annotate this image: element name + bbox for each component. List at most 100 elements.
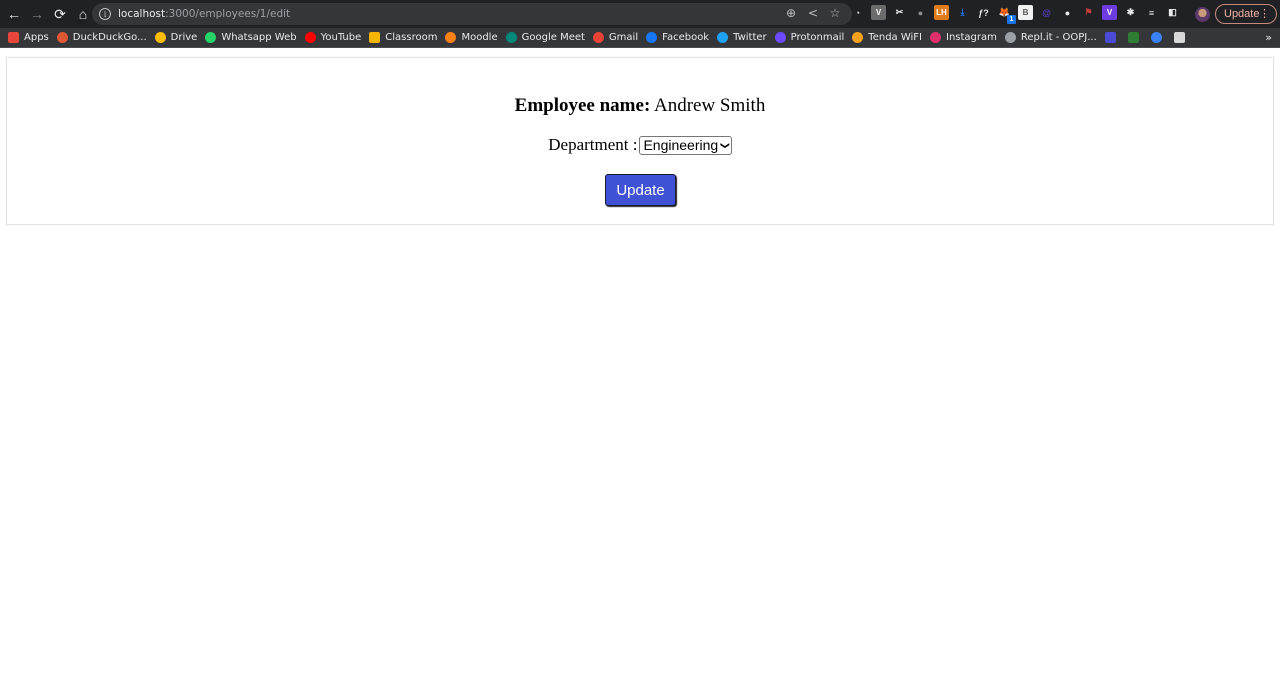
v-purple-extension-icon[interactable]: V xyxy=(1102,5,1117,20)
bookmark-label: YouTube xyxy=(320,32,362,43)
bookmarks-bar: Apps DuckDuckGo... Drive Whatsapp Web YouTub… xyxy=(0,28,1280,48)
bookmarks-overflow-icon[interactable]: » xyxy=(1265,31,1272,44)
url-host: localhost xyxy=(118,8,166,20)
employee-name-label: Employee name: xyxy=(514,95,651,116)
bookmark-label: Twitter xyxy=(733,32,767,43)
share-icon[interactable]: < xyxy=(806,6,820,20)
bookmark-google-meet[interactable]: Google Meet xyxy=(505,32,585,43)
bookmark-label: Instagram xyxy=(946,32,997,43)
bookmark-label: Gmail xyxy=(608,32,639,43)
bookmark-document[interactable] xyxy=(1173,32,1189,43)
bookmark-whatsapp-web[interactable]: Whatsapp Web xyxy=(205,32,297,43)
reload-button[interactable]: ⟳ xyxy=(49,3,71,25)
home-button[interactable]: ⌂ xyxy=(72,3,94,25)
bookmark-label: Repl.it - OOPJ... xyxy=(1020,32,1097,43)
runner-icon xyxy=(1150,32,1162,43)
instagram-icon xyxy=(930,32,941,43)
extensions-bar: ◔ V ✂ ● LH ⤓ ƒ? 🦊 1 B @ ● ⚑ V ✱ ≡ ◧ xyxy=(850,5,1180,24)
bookmark-runner[interactable] xyxy=(1150,32,1166,43)
bookmark-duckduckgo[interactable]: DuckDuckGo... xyxy=(56,32,147,43)
zoom-icon[interactable]: ⊕ xyxy=(784,6,798,20)
bookmark-label: Tenda WiFI xyxy=(868,32,922,43)
sidepanel-extension-icon[interactable]: ◧ xyxy=(1165,5,1180,20)
update-button[interactable]: Update xyxy=(605,174,676,206)
flag-extension-icon[interactable]: ⚑ xyxy=(1081,5,1096,20)
bookmark-emblem[interactable] xyxy=(1127,32,1143,43)
browser-update-label: Update xyxy=(1224,8,1260,20)
bookmark-terminal[interactable] xyxy=(1104,32,1120,43)
formula-extension-icon[interactable]: ƒ? xyxy=(976,5,991,20)
terminal-icon xyxy=(1104,32,1116,43)
address-bar[interactable]: i localhost:3000/employees/1/edit ⊕ < ☆ xyxy=(92,3,852,25)
bookmark-tenda-wifi[interactable]: Tenda WiFI xyxy=(852,32,922,43)
puzzle-extension-icon[interactable]: ✱ xyxy=(1123,5,1138,20)
protonmail-icon xyxy=(774,32,786,43)
forward-arrow-icon: → xyxy=(30,6,44,22)
back-button[interactable]: ← xyxy=(3,3,25,25)
bookmark-drive[interactable]: Drive xyxy=(154,32,198,43)
metamask-extension-icon[interactable]: 🦊 1 xyxy=(997,5,1016,24)
star-icon[interactable]: ☆ xyxy=(828,6,842,20)
twitter-icon xyxy=(717,32,729,43)
bookmark-label: Facebook xyxy=(662,32,710,43)
whatsapp-icon xyxy=(205,32,217,43)
bookmark-label: Google Meet xyxy=(521,32,585,43)
bookmark-label: Drive xyxy=(170,32,198,43)
bookmark-label: Whatsapp Web xyxy=(221,32,297,43)
employee-name-line: Employee name: Andrew Smith xyxy=(7,95,1273,117)
at-extension-icon[interactable]: @ xyxy=(1039,5,1054,20)
menu-kebab-icon[interactable]: ⋮ xyxy=(1259,7,1270,20)
site-info-icon[interactable]: i xyxy=(99,8,111,20)
lh-extension-icon[interactable]: LH xyxy=(934,5,949,20)
replit-icon xyxy=(1004,32,1016,43)
bookmark-label: Moodle xyxy=(461,32,498,43)
square-extension-icon[interactable]: B xyxy=(1018,5,1033,20)
document-icon xyxy=(1173,32,1185,43)
github-extension-icon[interactable]: ● xyxy=(1060,5,1075,20)
moodle-icon xyxy=(445,32,457,43)
home-icon: ⌂ xyxy=(78,6,88,22)
bookmark-twitter[interactable]: Twitter xyxy=(717,32,767,43)
bookmark-instagram[interactable]: Instagram xyxy=(930,32,997,43)
tenda-icon xyxy=(852,32,864,43)
bookmark-youtube[interactable]: YouTube xyxy=(304,32,362,43)
forward-button[interactable]: → xyxy=(26,3,48,25)
department-line: Department : Engineering ❯ xyxy=(7,135,1273,155)
page-content: Employee name: Andrew Smith Department :… xyxy=(0,49,1280,695)
department-selected-value: Engineering xyxy=(643,137,719,153)
bookmark-protonmail[interactable]: Protonmail xyxy=(774,32,844,43)
v-extension-icon[interactable]: V xyxy=(871,5,886,20)
youtube-icon xyxy=(304,32,316,43)
extension-badge: 1 xyxy=(1007,15,1016,24)
profile-avatar[interactable] xyxy=(1195,7,1210,22)
chevron-down-icon: ❯ xyxy=(720,141,731,149)
department-select[interactable]: Engineering ❯ xyxy=(639,135,732,155)
bookmark-apps[interactable]: Apps xyxy=(8,32,49,43)
google-meet-icon xyxy=(505,32,517,43)
download-extension-icon[interactable]: ⤓ xyxy=(955,5,970,20)
browser-toolbar: ← → ⟳ ⌂ i localhost:3000/employees/1/edi… xyxy=(0,0,1280,28)
department-label: Department : xyxy=(548,135,638,154)
speedometer-extension-icon[interactable]: ◔ xyxy=(850,5,865,20)
bookmark-label: Apps xyxy=(24,32,49,43)
browser-update-button[interactable]: Update ⋮ xyxy=(1215,4,1277,24)
bookmark-gmail[interactable]: Gmail xyxy=(592,32,639,43)
leaf-extension-icon[interactable]: ✂ xyxy=(892,5,907,20)
edit-employee-card: Employee name: Andrew Smith Department :… xyxy=(6,57,1274,225)
media-extension-icon[interactable]: ≡ xyxy=(1144,5,1159,20)
classroom-icon xyxy=(369,32,381,43)
gmail-icon xyxy=(592,32,604,43)
employee-name-value: Andrew Smith xyxy=(653,95,766,116)
facebook-icon xyxy=(646,32,658,43)
emblem-icon xyxy=(1127,32,1139,43)
bookmark-repl-it-oopj[interactable]: Repl.it - OOPJ... xyxy=(1004,32,1097,43)
drive-icon xyxy=(154,32,166,43)
bookmark-label: Classroom xyxy=(385,32,438,43)
circle-extension-icon[interactable]: ● xyxy=(913,5,928,20)
bookmark-facebook[interactable]: Facebook xyxy=(646,32,709,43)
bookmark-moodle[interactable]: Moodle xyxy=(445,32,498,43)
bookmark-classroom[interactable]: Classroom xyxy=(369,32,437,43)
bookmark-label: DuckDuckGo... xyxy=(72,32,147,43)
duckduckgo-icon xyxy=(56,32,68,43)
url-path: :3000/employees/1/edit xyxy=(165,8,291,20)
